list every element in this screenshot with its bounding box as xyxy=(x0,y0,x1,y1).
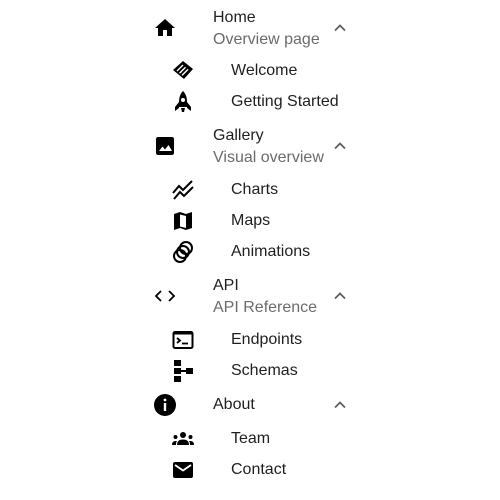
mail-icon xyxy=(171,458,195,482)
nav-item-charts[interactable]: Charts xyxy=(143,177,363,203)
handshake-icon xyxy=(171,59,195,83)
nav-item-maps[interactable]: Maps xyxy=(143,208,363,234)
chevron-up-icon[interactable] xyxy=(332,397,348,413)
home-icon xyxy=(153,16,177,40)
chart-line-icon xyxy=(171,178,195,202)
section-subtitle: Visual overview xyxy=(213,149,324,166)
groups-icon xyxy=(171,427,195,451)
section-subtitle: API Reference xyxy=(213,299,318,316)
chevron-up-icon[interactable] xyxy=(332,20,348,36)
nav-item-label: Maps xyxy=(231,212,271,229)
nav-item-label: Schemas xyxy=(231,362,298,379)
nav-item-welcome[interactable]: Welcome xyxy=(143,58,363,84)
nav-section-gallery[interactable]: Gallery Visual overview xyxy=(143,122,363,170)
navigation-tree: Home Overview page Welcome Getting Start… xyxy=(143,0,363,500)
schema-icon xyxy=(171,359,195,383)
nav-item-label: Endpoints xyxy=(231,331,303,348)
nav-item-label: Animations xyxy=(231,243,311,260)
section-title: Home xyxy=(213,9,256,26)
nav-section-about[interactable]: About xyxy=(143,392,363,418)
nav-item-label: Charts xyxy=(231,181,279,198)
chevron-up-icon[interactable] xyxy=(332,138,348,154)
nav-item-team[interactable]: Team xyxy=(143,426,363,452)
section-title: Gallery xyxy=(213,127,264,144)
section-title: API xyxy=(213,277,239,294)
nav-section-api[interactable]: API API Reference xyxy=(143,272,363,320)
animation-icon xyxy=(171,240,195,264)
code-icon xyxy=(153,284,177,308)
nav-item-label: Team xyxy=(231,430,271,447)
info-icon xyxy=(153,393,177,417)
nav-item-label: Getting Started xyxy=(231,93,339,110)
nav-section-home[interactable]: Home Overview page xyxy=(143,4,363,52)
nav-item-animations[interactable]: Animations xyxy=(143,239,363,265)
nav-item-getting-started[interactable]: Getting Started xyxy=(143,89,363,115)
section-subtitle: Overview page xyxy=(213,31,320,48)
section-title: About xyxy=(213,396,255,413)
image-icon xyxy=(153,134,177,158)
nav-item-label: Welcome xyxy=(231,62,298,79)
rocket-icon xyxy=(171,90,195,114)
nav-item-label: Contact xyxy=(231,461,287,478)
nav-item-schemas[interactable]: Schemas xyxy=(143,358,363,384)
nav-item-endpoints[interactable]: Endpoints xyxy=(143,327,363,353)
terminal-icon xyxy=(171,328,195,352)
nav-item-contact[interactable]: Contact xyxy=(143,457,363,483)
chevron-up-icon[interactable] xyxy=(332,288,348,304)
map-icon xyxy=(171,209,195,233)
